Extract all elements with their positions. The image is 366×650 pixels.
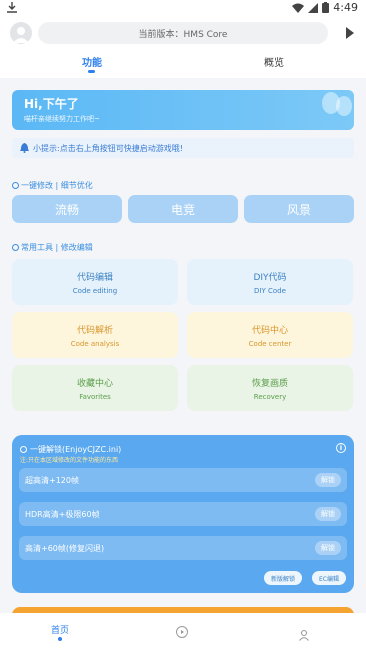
unlock-title: 一键解锁(EnjoyCJZC.ini) <box>20 444 121 455</box>
tools-section-title: 常用工具 | 修改编辑 <box>12 242 93 253</box>
active-tab-indicator <box>88 70 95 73</box>
tool-title: 代码编辑 <box>76 272 113 283</box>
tool-code-analysis[interactable]: 代码解析 Code analysis <box>12 312 178 358</box>
unlock-button[interactable]: 解锁 <box>315 541 341 555</box>
tab-overview[interactable]: 概览 <box>244 54 304 69</box>
battery-icon <box>322 2 330 13</box>
mode-scenery-button[interactable]: 风景 <box>244 195 354 223</box>
tool-favorites[interactable]: 收藏中心 Favorites <box>12 365 178 411</box>
nav-active-dot <box>58 637 62 641</box>
avatar[interactable] <box>10 22 32 44</box>
section-ring-icon <box>12 182 19 189</box>
tools-section-label: 常用工具 | 修改编辑 <box>21 243 93 252</box>
bottom-nav: 首页 <box>0 613 366 650</box>
unlock-title-text: 一键解锁(EnjoyCJZC.ini) <box>30 445 122 454</box>
status-bar: 4:49 <box>0 0 366 16</box>
nav-play-icon[interactable] <box>176 626 188 638</box>
tip-text: 小提示:点击右上角按钮可快捷启动游戏哦! <box>33 143 183 153</box>
preset-label: HDR高清+极限60帧 <box>25 509 100 519</box>
tool-subtitle: Code center <box>248 339 292 348</box>
tool-subtitle: Recovery <box>253 392 287 401</box>
nav-home[interactable]: 首页 <box>51 623 69 636</box>
download-icon <box>7 2 17 13</box>
preset-row: 高清+60帧(修复闪退) 解锁 <box>19 536 347 560</box>
tool-title: 代码解析 <box>76 325 113 336</box>
bell-icon <box>20 143 29 153</box>
info-icon[interactable]: i <box>336 443 346 453</box>
top-bar: 当前版本：HMS Core <box>0 16 366 50</box>
balloon-decoration <box>336 96 352 116</box>
mode-esports-button[interactable]: 电竞 <box>128 195 238 223</box>
quick-section-title: 一键修改 | 细节优化 <box>12 180 93 191</box>
tip-notice: 小提示:点击右上角按钮可快捷启动游戏哦! <box>12 138 354 158</box>
tab-features[interactable]: 功能 <box>62 54 122 69</box>
status-time: 4:49 <box>333 1 358 14</box>
new-unlock-button[interactable]: 新版解锁 <box>264 571 302 585</box>
banner-title: Hi,下午了 <box>24 97 79 111</box>
preset-row: HDR高清+极限60帧 解锁 <box>19 502 347 526</box>
tool-title: 恢复画质 <box>251 378 288 389</box>
play-icon[interactable] <box>346 27 354 39</box>
tool-diy-code[interactable]: DIY代码 DIY Code <box>187 259 353 305</box>
tool-title: DIY代码 <box>253 272 287 283</box>
user-avatar-icon <box>13 27 29 43</box>
tab-bar: 功能 概览 <box>0 50 366 78</box>
unlock-ring-icon <box>20 446 27 453</box>
section-ring-icon <box>12 244 19 251</box>
unlock-subtitle: 注:只在本区域修改的文件功能的东西 <box>20 457 119 464</box>
banner-subtitle: 喵杆亲继续努力工作吧~ <box>24 115 100 123</box>
unlock-panel: 一键解锁(EnjoyCJZC.ini) 注:只在本区域修改的文件功能的东西 i … <box>12 435 354 593</box>
unlock-button[interactable]: 解锁 <box>315 507 341 521</box>
tool-subtitle: Code analysis <box>70 339 120 348</box>
mode-smooth-button[interactable]: 流畅 <box>12 195 122 223</box>
tool-subtitle: Favorites <box>79 392 111 401</box>
greeting-banner: Hi,下午了 喵杆亲继续努力工作吧~ <box>12 90 354 130</box>
signal-icon <box>308 2 319 13</box>
tool-subtitle: Code editing <box>72 286 118 295</box>
unlock-button[interactable]: 解锁 <box>315 473 341 487</box>
tool-code-editing[interactable]: 代码编辑 Code editing <box>12 259 178 305</box>
wifi-icon <box>292 3 305 13</box>
quick-section-label: 一键修改 | 细节优化 <box>21 181 93 190</box>
nav-user-icon[interactable] <box>298 626 310 641</box>
tool-code-center[interactable]: 代码中心 Code center <box>187 312 353 358</box>
ec-edit-button[interactable]: EC编辑 <box>312 571 346 585</box>
preset-row: 超高清+120帧 解锁 <box>19 468 347 492</box>
preset-label: 高清+60帧(修复闪退) <box>25 543 105 553</box>
status-icons: 4:49 <box>292 1 358 14</box>
version-bar: 当前版本：HMS Core <box>38 22 328 44</box>
preset-label: 超高清+120帧 <box>25 475 79 485</box>
tool-title: 收藏中心 <box>76 378 113 389</box>
tool-subtitle: DIY Code <box>254 286 286 295</box>
tool-title: 代码中心 <box>251 325 288 336</box>
tool-recovery[interactable]: 恢复画质 Recovery <box>187 365 353 411</box>
